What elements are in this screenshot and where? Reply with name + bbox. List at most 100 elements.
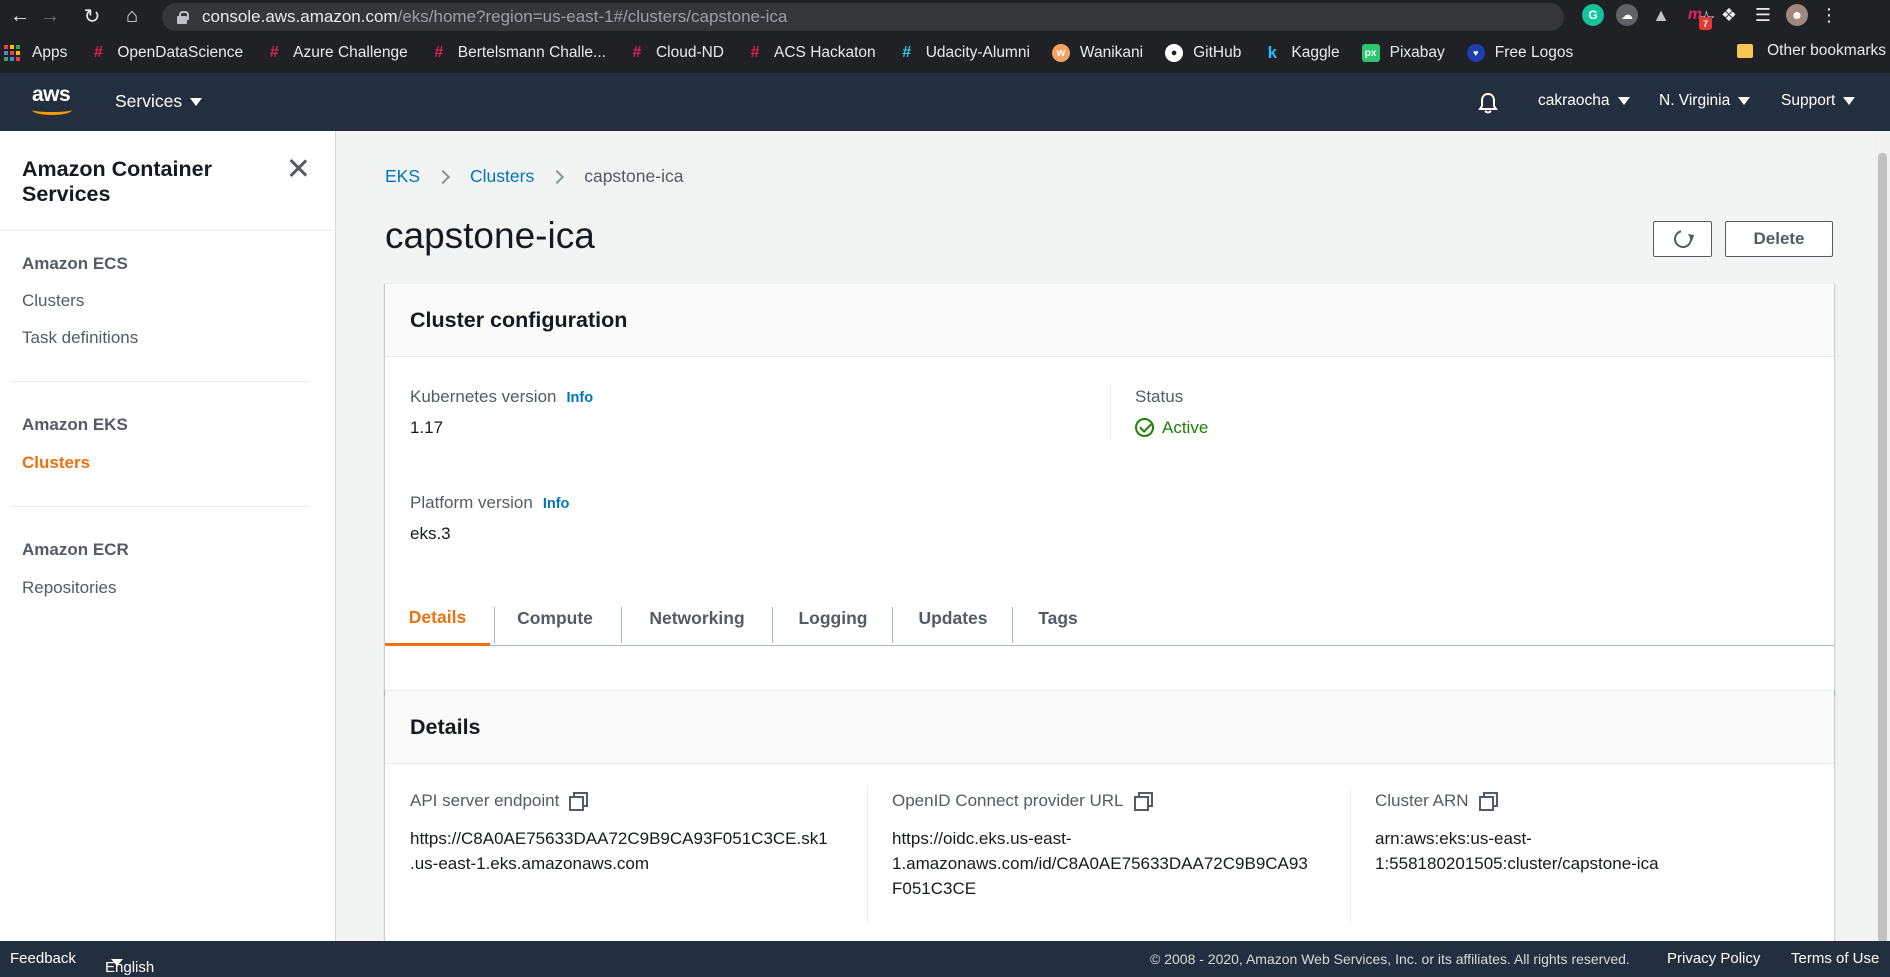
oidc-url-line-3: F051C3CE — [892, 879, 977, 898]
kubernetes-version-value: 1.17 — [410, 418, 444, 437]
scrollbar-thumb[interactable] — [1878, 153, 1887, 943]
slack-icon: # — [269, 44, 279, 61]
m-extension-icon[interactable]: m7 — [1684, 4, 1712, 30]
sidebar-item-task-definitions[interactable]: Task definitions — [22, 328, 138, 348]
sidebar-item-ecs-clusters[interactable]: Clusters — [22, 291, 84, 311]
tab-details[interactable]: Details — [385, 591, 490, 646]
aws-logo[interactable]: aws — [32, 83, 72, 117]
oidc-url-value: https://oidc.eks.us-east- 1.amazonaws.co… — [892, 826, 1308, 901]
sidebar-section-eks: Amazon EKS — [22, 415, 128, 434]
bookmark-kaggle[interactable]: k Kaggle — [1263, 43, 1340, 62]
api-endpoint-line-1: https://C8A0AE75633DAA72C9B9CA93F051C3CE… — [410, 829, 828, 848]
extensions-area: G ☁ ▲ m7 ❖ ☰ ☻ ⋮ — [1582, 4, 1838, 30]
support-menu[interactable]: Support — [1781, 92, 1856, 110]
bookmark-opendatascience[interactable]: # OpenDataScience — [89, 44, 243, 62]
cluster-arn-value: arn:aws:eks:us-east- 1:558180201505:clus… — [1375, 826, 1659, 876]
puzzle-extensions-icon[interactable]: ❖ — [1718, 4, 1740, 26]
services-label: Services — [115, 91, 183, 111]
tab-networking[interactable]: Networking — [622, 591, 772, 646]
notifications-bell-icon[interactable] — [1478, 92, 1498, 114]
heart-icon: ♥ — [1466, 44, 1485, 62]
forward-arrow-icon[interactable]: → — [30, 0, 70, 33]
tab-compute[interactable]: Compute — [495, 591, 615, 646]
apps-grid-icon — [4, 45, 20, 61]
oidc-url-label-text: OpenID Connect provider URL — [892, 791, 1124, 810]
bookmark-apps[interactable]: Apps — [4, 44, 67, 62]
caret-down-icon — [1843, 96, 1856, 105]
status-value: Active — [1135, 415, 1208, 440]
column-divider — [1110, 383, 1111, 441]
reading-list-icon[interactable]: ☰ — [1752, 4, 1774, 26]
kaggle-icon: k — [1267, 43, 1278, 62]
refresh-button[interactable] — [1653, 221, 1712, 257]
profile-avatar[interactable]: ☻ — [1786, 4, 1808, 26]
terms-of-use-link[interactable]: Terms of Use — [1791, 950, 1879, 967]
home-icon[interactable]: ⌂ — [112, 0, 152, 33]
github-icon: ● — [1165, 44, 1184, 62]
breadcrumb-eks[interactable]: EKS — [385, 166, 420, 187]
caret-down-icon — [1738, 96, 1751, 105]
platform-version-label-text: Platform version — [410, 493, 533, 512]
address-bar[interactable]: console.aws.amazon.com/eks/home?region=u… — [162, 3, 1716, 31]
delete-button[interactable]: Delete — [1725, 221, 1833, 257]
page-scrollbar[interactable] — [1875, 131, 1890, 943]
privacy-policy-link[interactable]: Privacy Policy — [1667, 950, 1760, 967]
copy-icon[interactable] — [1133, 792, 1153, 811]
account-menu[interactable]: cakraocha — [1538, 92, 1630, 110]
bookmark-cloud-nd[interactable]: # Cloud-ND — [628, 44, 725, 62]
tab-bar: Details Compute Networking Logging Updat… — [385, 591, 1834, 646]
slack-icon: # — [434, 44, 444, 61]
feedback-link[interactable]: Feedback — [10, 950, 76, 967]
bookmark-label: Wanikani — [1079, 44, 1144, 61]
folder-icon — [1737, 44, 1754, 58]
grammarly-icon[interactable]: G — [1582, 4, 1604, 26]
bookmark-wanikani[interactable]: w Wanikani — [1051, 44, 1144, 62]
services-menu[interactable]: Services — [115, 91, 203, 112]
check-circle-icon — [1135, 418, 1154, 437]
platform-version-label: Platform version Info — [410, 493, 569, 513]
cloud-extension-icon[interactable]: ☁ — [1616, 4, 1638, 26]
slack-icon: # — [632, 44, 642, 61]
bookmark-pixabay[interactable]: px Pixabay — [1361, 44, 1445, 62]
status-label: Status — [1135, 387, 1184, 406]
tab-tags[interactable]: Tags — [1013, 591, 1103, 646]
platform-info-link[interactable]: Info — [543, 496, 570, 512]
bookmark-azure-challenge[interactable]: # Azure Challenge — [265, 44, 408, 62]
close-icon[interactable] — [287, 157, 309, 179]
region-menu[interactable]: N. Virginia — [1659, 92, 1751, 110]
column-divider — [1350, 787, 1351, 924]
bookmark-label: ACS Hackaton — [774, 44, 876, 61]
slack-icon: # — [902, 44, 912, 61]
tab-updates[interactable]: Updates — [893, 591, 1013, 646]
side-navigation: Amazon Container Services Amazon ECS Clu… — [0, 131, 336, 941]
slack-icon: # — [93, 44, 103, 61]
api-endpoint-value: https://C8A0AE75633DAA72C9B9CA93F051C3CE… — [410, 826, 828, 876]
sidebar-section-ecr: Amazon ECR — [22, 540, 129, 559]
reload-icon[interactable]: ↻ — [72, 0, 112, 33]
slack-icon: # — [750, 44, 760, 61]
drive-icon[interactable]: ▲ — [1650, 4, 1672, 26]
pixabay-icon: px — [1361, 44, 1380, 62]
other-bookmarks[interactable]: Other bookmarks — [1737, 42, 1886, 60]
aws-logo-text: aws — [32, 83, 71, 106]
column-divider — [867, 787, 868, 924]
bookmark-bertelsmann[interactable]: # Bertelsmann Challe... — [430, 44, 606, 62]
api-endpoint-label: API server endpoint — [410, 791, 589, 811]
bookmark-free-logos[interactable]: ♥ Free Logos — [1466, 44, 1573, 62]
sidebar-item-repositories[interactable]: Repositories — [22, 578, 117, 598]
kubernetes-info-link[interactable]: Info — [566, 390, 593, 406]
more-menu-icon[interactable]: ⋮ — [1820, 5, 1838, 26]
tab-logging[interactable]: Logging — [773, 591, 893, 646]
copy-icon[interactable] — [569, 792, 589, 811]
status-value-text: Active — [1162, 418, 1209, 437]
breadcrumb-clusters[interactable]: Clusters — [470, 166, 534, 187]
api-endpoint-label-text: API server endpoint — [410, 791, 560, 810]
bookmark-github[interactable]: ● GitHub — [1165, 44, 1241, 62]
copy-icon[interactable] — [1478, 792, 1498, 811]
copyright-text: © 2008 - 2020, Amazon Web Services, Inc.… — [1150, 951, 1630, 967]
platform-version-value: eks.3 — [410, 524, 451, 543]
sidebar-item-eks-clusters[interactable]: Clusters — [22, 453, 90, 473]
sidebar-divider — [10, 506, 310, 507]
bookmark-udacity-alumni[interactable]: # Udacity-Alumni — [898, 44, 1030, 62]
bookmark-acs-hackaton[interactable]: # ACS Hackaton — [746, 44, 876, 62]
